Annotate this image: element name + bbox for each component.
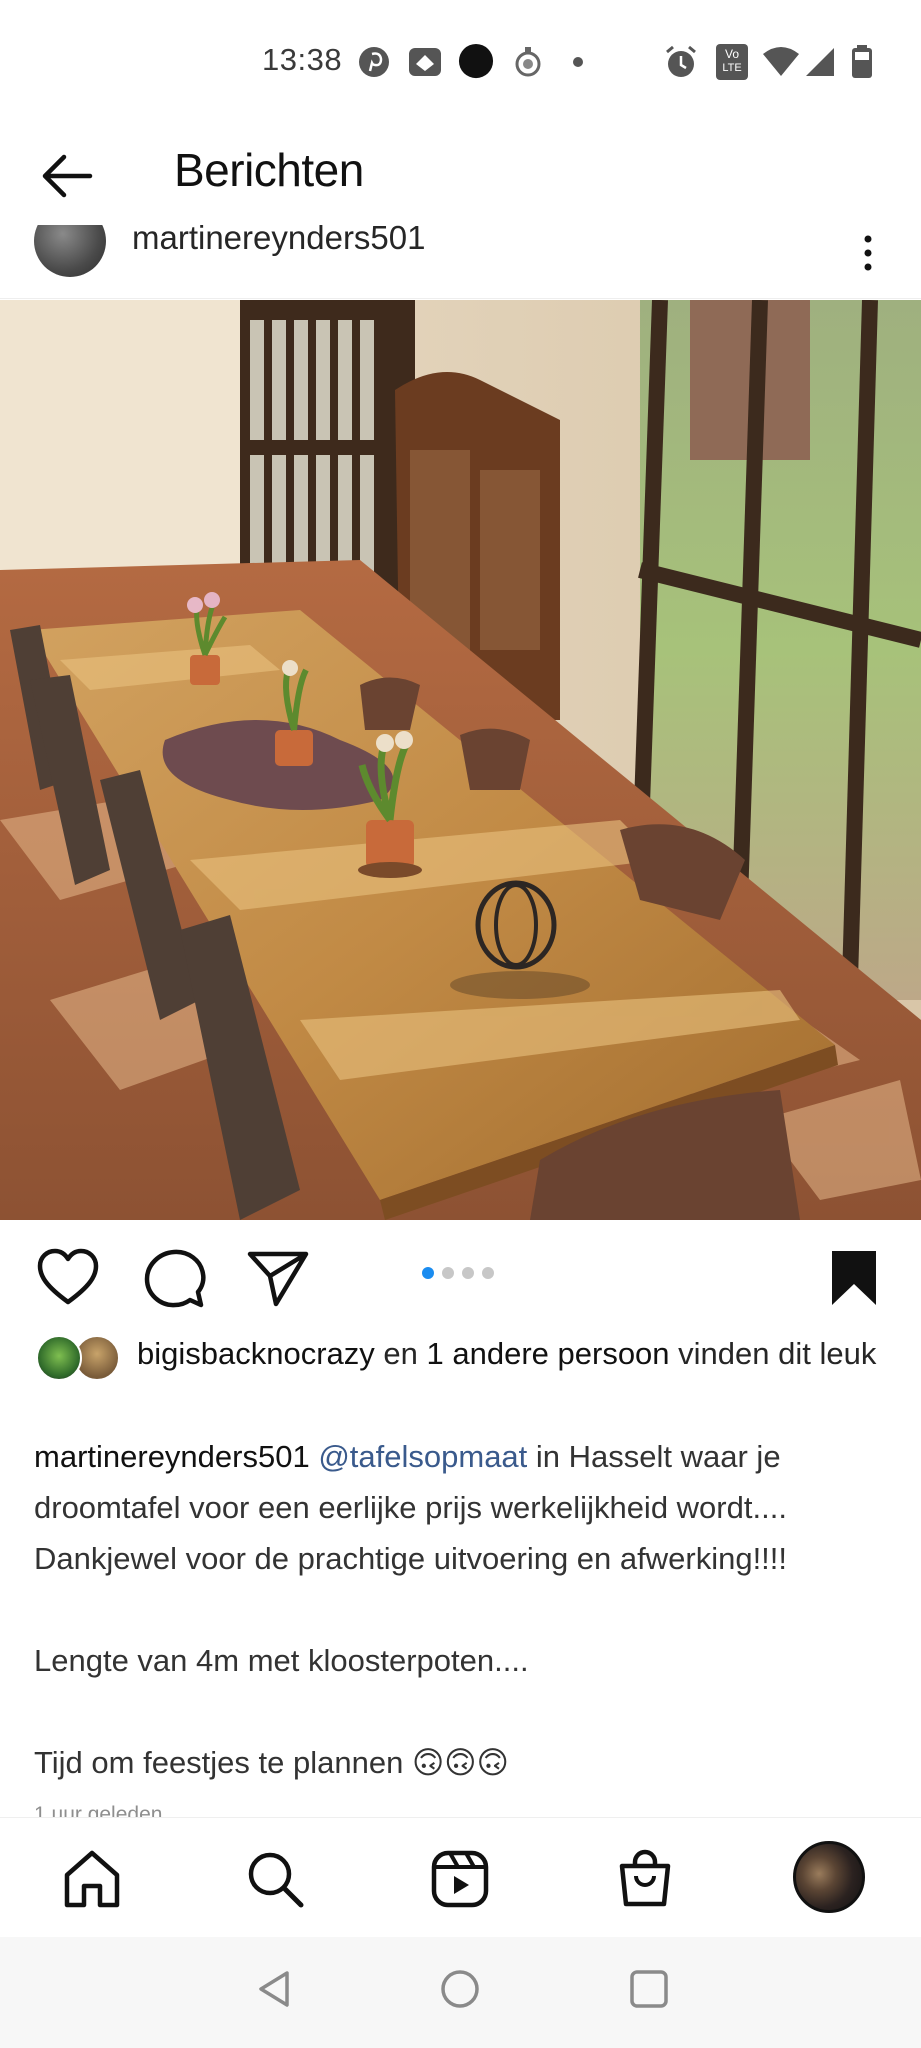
likers-avatars[interactable] xyxy=(36,1335,126,1385)
status-time: 13:38 xyxy=(262,42,343,77)
reels-icon[interactable] xyxy=(429,1848,491,1910)
heart-icon[interactable] xyxy=(36,1248,100,1308)
liker-avatar xyxy=(36,1335,82,1381)
carousel-indicator xyxy=(422,1267,494,1279)
bookmark-filled-icon[interactable] xyxy=(828,1248,880,1308)
more-options-icon[interactable] xyxy=(858,233,878,273)
likes-others[interactable]: 1 andere persoon xyxy=(427,1336,670,1371)
carousel-dot xyxy=(482,1267,494,1279)
back-triangle-icon[interactable] xyxy=(253,1967,297,2011)
divider xyxy=(0,298,921,299)
profile-avatar[interactable] xyxy=(793,1841,865,1913)
app-icon xyxy=(409,48,441,76)
caption-mention[interactable]: @tafelsopmaat xyxy=(318,1439,527,1474)
ring-icon xyxy=(515,47,541,77)
carousel-dot xyxy=(462,1267,474,1279)
caption-line: Lengte van 4m met kloosterpoten.... xyxy=(34,1643,529,1678)
liker-username[interactable]: bigisbacknocrazy xyxy=(137,1336,375,1371)
status-bar: 13:38 Vo LTE xyxy=(0,0,921,125)
volte-icon: Vo LTE xyxy=(716,44,748,80)
caption-line: droomtafel voor een eerlijke prijs werke… xyxy=(34,1490,787,1525)
bottom-navigation xyxy=(0,1817,921,1937)
post-header: martinereynders501 xyxy=(0,225,921,300)
signal-icon xyxy=(806,48,834,76)
home-icon[interactable] xyxy=(61,1848,123,1910)
system-navigation-bar xyxy=(0,1937,921,2048)
comment-icon[interactable] xyxy=(143,1248,207,1308)
recents-square-icon[interactable] xyxy=(627,1967,671,2011)
likes-connector: en xyxy=(374,1336,427,1371)
dining-room-photo xyxy=(0,300,921,1220)
caption-line: in Hasselt waar je xyxy=(527,1439,781,1474)
battery-icon xyxy=(852,45,872,78)
arrow-left-icon[interactable] xyxy=(38,147,96,205)
caption-username[interactable]: martinereynders501 xyxy=(34,1439,310,1474)
top-header: Berichten xyxy=(0,125,921,235)
wifi-icon xyxy=(763,47,799,76)
volte-label: LTE xyxy=(722,62,742,74)
caption-line: Dankjewel voor de prachtige uitvoering e… xyxy=(34,1541,788,1576)
post-author-avatar[interactable] xyxy=(34,225,106,277)
post-author-username[interactable]: martinereynders501 xyxy=(132,225,426,257)
carousel-dot xyxy=(442,1267,454,1279)
record-dot-icon xyxy=(458,44,494,79)
post-photo[interactable] xyxy=(0,300,921,1220)
carousel-dot-active xyxy=(422,1267,434,1279)
likes-summary[interactable]: bigisbacknocrazy en 1 andere persoon vin… xyxy=(137,1331,877,1377)
post-timestamp: 1 uur geleden xyxy=(34,1803,163,1818)
pinterest-icon xyxy=(359,47,389,77)
share-icon[interactable] xyxy=(246,1248,310,1308)
post-caption: martinereynders501 @tafelsopmaat in Hass… xyxy=(34,1431,894,1788)
search-icon[interactable] xyxy=(244,1848,306,1910)
page-title: Berichten xyxy=(174,144,364,196)
caption-line: Tijd om feestjes te plannen 🙃🙃🙃 xyxy=(34,1745,509,1780)
likes-suffix: vinden dit leuk xyxy=(669,1336,877,1371)
home-circle-icon[interactable] xyxy=(438,1967,482,2011)
shop-icon[interactable] xyxy=(614,1848,676,1910)
alarm-icon xyxy=(666,45,696,77)
small-dot-icon xyxy=(573,57,583,67)
